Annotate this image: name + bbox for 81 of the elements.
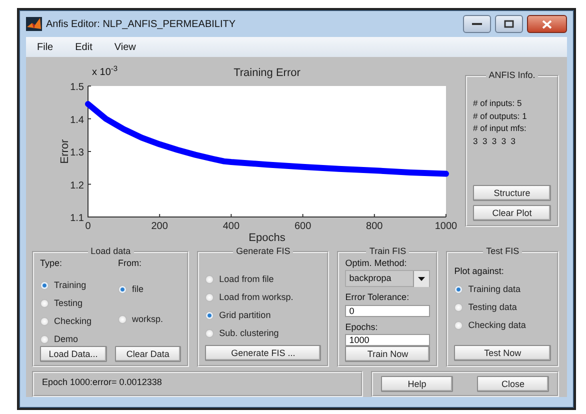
radio-label[interactable]: Load from worksp. <box>219 291 294 305</box>
button[interactable]: Structure <box>473 185 551 201</box>
radio-label[interactable]: Checking <box>54 314 92 328</box>
minimize-button[interactable] <box>463 15 491 33</box>
tick-label: 1.2 <box>70 180 84 192</box>
panel-title: Test FIS <box>485 247 520 257</box>
panel-title: ANFIS Info. <box>488 71 536 81</box>
radio-label[interactable]: Load from file <box>219 273 274 287</box>
radio-label[interactable]: Demo <box>54 332 78 346</box>
menu-item[interactable]: File <box>34 40 56 54</box>
tick-label: 800 <box>366 221 383 232</box>
tick-label: 1.3 <box>70 148 84 158</box>
radio-label[interactable]: Sub. clustering <box>219 327 279 341</box>
tick-label: 400 <box>222 221 240 232</box>
radio-label[interactable]: Testing data <box>468 300 517 314</box>
field-label: Type: <box>40 256 64 270</box>
status-text: Epoch 1000:error= 0.0012338 <box>32 371 363 397</box>
input-field[interactable]: 1000 <box>345 334 430 346</box>
radio-button[interactable] <box>40 316 49 326</box>
field-label: Error Tolerance: <box>345 291 410 304</box>
tick-label: 1.1 <box>70 213 84 224</box>
field-label: Optim. Method: <box>345 256 408 270</box>
panel-title: Load data <box>90 247 132 257</box>
info-text: # of outputs: 1 <box>473 110 528 122</box>
window-title: Anfis Editor: NLP_ANFIS_PERMEABILITY <box>46 18 236 32</box>
radio-button[interactable] <box>118 314 127 324</box>
tick-label: 1.5 <box>70 82 84 93</box>
axis-label: Error <box>59 139 71 164</box>
radio-label[interactable]: file <box>132 282 144 296</box>
minimize-icon <box>472 22 482 26</box>
button[interactable]: Train Now <box>345 346 430 362</box>
dropdown[interactable]: backpropa <box>345 270 430 288</box>
tick-label: 200 <box>151 221 168 232</box>
radio-label[interactable]: Training <box>54 278 86 292</box>
radio-button[interactable] <box>454 284 464 294</box>
close-icon <box>542 20 552 28</box>
panel-title: Train FIS <box>368 247 408 257</box>
radio-button[interactable] <box>454 302 464 312</box>
menu-item[interactable]: Edit <box>72 40 96 54</box>
button[interactable]: Clear Data <box>114 346 182 362</box>
button[interactable]: Test Now <box>454 345 551 361</box>
radio-label[interactable]: Grid partition <box>219 309 271 323</box>
button[interactable]: Load Data... <box>40 346 107 362</box>
radio-label[interactable]: Checking data <box>468 318 526 332</box>
tick-label: 0 <box>85 221 91 232</box>
radio-button[interactable] <box>205 293 214 302</box>
close-button[interactable] <box>527 15 567 33</box>
info-text: # of inputs: 5 <box>473 96 523 110</box>
menu-item[interactable]: View <box>111 40 139 54</box>
exponent-label: x 10$^{-3}$ <box>92 65 118 80</box>
button[interactable]: Help <box>381 376 453 392</box>
radio-label[interactable]: Testing <box>54 296 83 310</box>
info-text: # of input mfs: <box>473 122 528 136</box>
info-text: 3 3 3 3 3 <box>473 135 517 148</box>
radio-button[interactable] <box>205 275 214 284</box>
button[interactable]: Clear Plot <box>473 205 551 221</box>
radio-label[interactable]: worksp. <box>132 312 164 326</box>
caret-icon <box>418 276 426 281</box>
chart-title: Training Error <box>234 67 300 79</box>
radio-button[interactable] <box>40 280 49 290</box>
field-label: From: <box>118 256 142 270</box>
field-label: Epochs: <box>345 320 379 334</box>
tick-label: 600 <box>294 221 312 232</box>
radio-button[interactable] <box>205 311 214 320</box>
radio-button[interactable] <box>454 320 464 330</box>
button[interactable]: Close <box>477 376 549 392</box>
radio-button[interactable] <box>118 284 127 294</box>
app-logo-icon <box>26 17 42 31</box>
button[interactable]: Generate FIS ... <box>205 345 322 361</box>
radio-label[interactable]: Training data <box>468 282 520 296</box>
maximize-icon <box>504 20 514 28</box>
input-field[interactable]: 0 <box>345 304 430 317</box>
field-label: Plot against: <box>454 264 505 278</box>
radio-button[interactable] <box>40 298 49 308</box>
tick-label: 1.4 <box>70 114 84 126</box>
tick-label: 1000 <box>434 221 457 232</box>
radio-button[interactable] <box>40 334 49 344</box>
axis-label: Epochs <box>248 232 286 243</box>
maximize-button[interactable] <box>495 15 523 33</box>
radio-button[interactable] <box>205 329 214 338</box>
panel-title: Generate FIS <box>235 247 292 257</box>
